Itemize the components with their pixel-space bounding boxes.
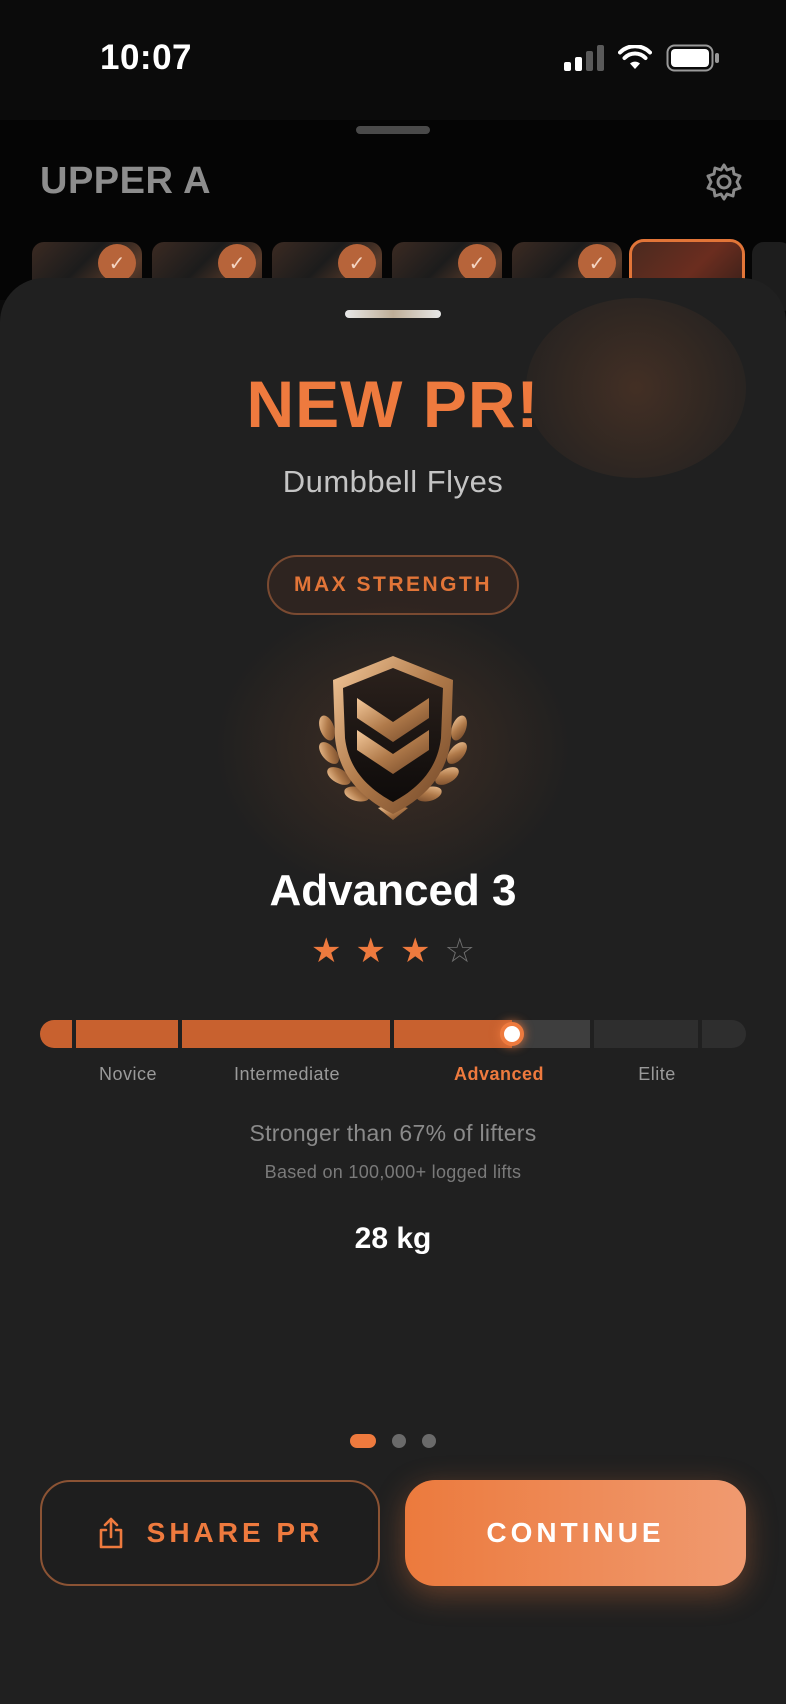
cellular-signal-icon <box>564 45 604 71</box>
page-dot[interactable] <box>422 1434 436 1448</box>
level-labels: Novice Intermediate Advanced Elite <box>0 1064 786 1094</box>
continue-label: CONTINUE <box>486 1517 665 1548</box>
share-pr-label: SHARE PR <box>146 1517 324 1548</box>
strength-progress-bar <box>40 1020 746 1048</box>
level-label-elite: Elite <box>638 1064 676 1084</box>
star-empty-icon: ☆ <box>444 932 475 970</box>
level-label-intermediate: Intermediate <box>233 1064 341 1084</box>
exercise-name: Dumbbell Flyes <box>282 464 504 499</box>
checkmark-icon: ✓ <box>578 244 616 282</box>
checkmark-icon: ✓ <box>338 244 376 282</box>
page-dot-active[interactable] <box>350 1434 376 1448</box>
level-label-novice: Novice <box>98 1064 158 1084</box>
star-filled-icon: ★ <box>400 932 431 970</box>
share-pr-button[interactable]: SHARE PR <box>40 1480 380 1586</box>
status-icons <box>564 42 720 74</box>
gear-icon[interactable] <box>704 162 744 202</box>
progress-marker <box>500 1022 524 1046</box>
sheet-grabber[interactable] <box>345 310 441 318</box>
status-time: 10:07 <box>100 38 193 77</box>
workout-title: UPPER A <box>40 160 212 202</box>
progress-segment <box>40 1020 72 1048</box>
checkmark-icon: ✓ <box>458 244 496 282</box>
pr-sheet: NEW PR! Dumbbell Flyes MAX STRENGTH Adva… <box>0 278 786 1704</box>
wifi-icon <box>618 45 652 69</box>
pr-headline: NEW PR! <box>246 367 540 441</box>
share-icon <box>99 1517 122 1549</box>
progress-segment <box>594 1020 698 1048</box>
pr-weight: 28 kg <box>354 1222 432 1255</box>
status-bar: 10:07 <box>0 0 786 120</box>
progress-segment <box>76 1020 178 1048</box>
star-rating: ★ ★ ★ ☆ <box>0 934 786 968</box>
based-on-text: Based on 100,000+ logged lifts <box>264 1162 522 1182</box>
percentile-text: Stronger than 67% of lifters <box>249 1120 537 1146</box>
star-filled-icon: ★ <box>311 932 342 970</box>
workout-header: UPPER A ✓ ✓ ✓ ✓ ✓ <box>0 120 786 315</box>
checkmark-icon: ✓ <box>98 244 136 282</box>
progress-segment <box>394 1020 512 1048</box>
level-title: Advanced 3 <box>269 866 517 915</box>
chevron-shield-icon <box>293 638 493 838</box>
progress-segment <box>182 1020 390 1048</box>
checkmark-icon: ✓ <box>218 244 256 282</box>
level-label-advanced: Advanced <box>453 1064 545 1084</box>
continue-button[interactable]: CONTINUE <box>405 1480 746 1586</box>
page-dot[interactable] <box>392 1434 406 1448</box>
progress-segment <box>702 1020 746 1048</box>
page-indicator <box>0 1434 786 1448</box>
star-filled-icon: ★ <box>355 932 386 970</box>
page-grabber[interactable] <box>356 126 430 134</box>
battery-icon <box>666 44 719 72</box>
